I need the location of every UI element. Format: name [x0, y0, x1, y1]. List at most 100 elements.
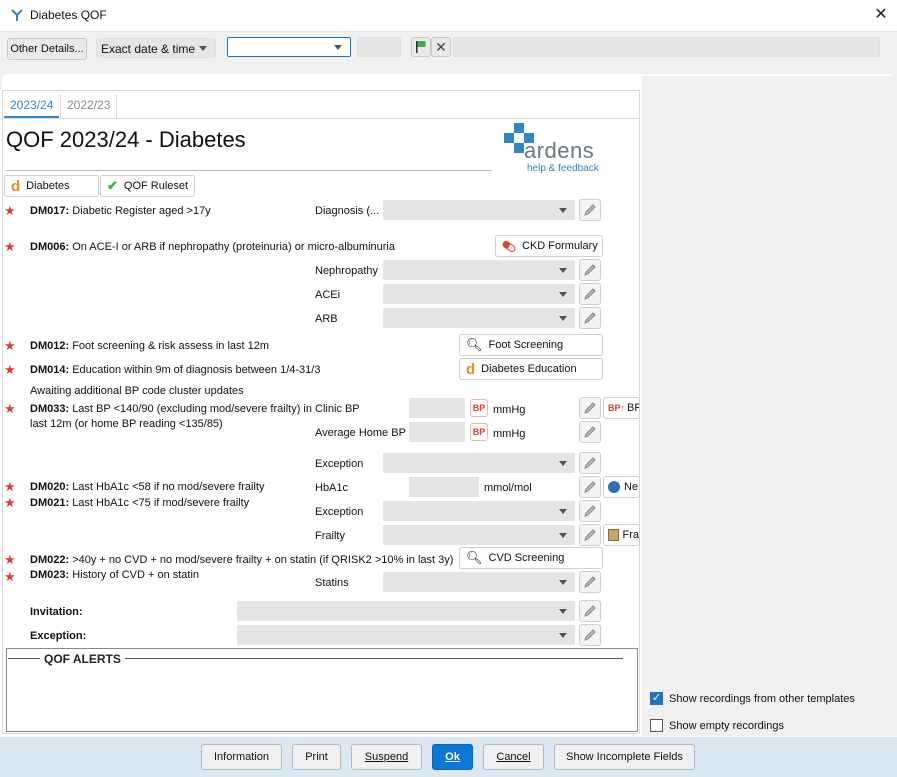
hba1c-label: HbA1c — [315, 482, 349, 494]
mmhg-unit: mmHg — [493, 404, 526, 416]
pencil-icon[interactable] — [579, 259, 601, 281]
ne-button[interactable]: Ne — [603, 476, 640, 498]
pencil-icon[interactable] — [579, 283, 601, 305]
pencil-icon[interactable] — [579, 307, 601, 329]
date-mode-select[interactable]: Exact date & time — [96, 38, 216, 58]
title-divider — [6, 170, 492, 171]
pencil-icon[interactable] — [579, 571, 601, 593]
clinic-bp-label: Clinic BP — [315, 403, 360, 415]
mmol-unit: mmol/mol — [484, 482, 532, 494]
show-empty-label: Show empty recordings — [669, 719, 784, 732]
chevron-down-icon — [199, 46, 207, 51]
nephropathy-label: Nephropathy — [315, 265, 378, 277]
cvd-screening-label: CVD Screening — [488, 552, 565, 564]
rule-dm033: DM033: Last BP <140/90 (excluding mod/se… — [30, 403, 312, 415]
green-flag-icon — [416, 41, 426, 53]
exception-bottom-label: Exception: — [30, 630, 87, 642]
qof-ruleset-button[interactable]: ✔ QOF Ruleset — [100, 175, 195, 197]
diagnosis-dropdown[interactable] — [383, 200, 575, 220]
bp-button[interactable]: BP↑ BP — [603, 397, 640, 419]
exception-dropdown[interactable] — [383, 501, 575, 521]
tab-2023-24[interactable]: 2023/24 — [4, 94, 60, 118]
ardens-logo-text[interactable]: ardens — [524, 138, 594, 164]
pencil-icon[interactable] — [579, 624, 601, 646]
acei-dropdown[interactable] — [383, 284, 575, 304]
pencil-icon[interactable] — [579, 199, 601, 221]
frailty-dropdown[interactable] — [383, 525, 575, 545]
pencil-icon[interactable] — [579, 524, 601, 546]
star-icon: ★ — [4, 203, 16, 218]
pencil-icon[interactable] — [579, 452, 601, 474]
pencil-icon[interactable] — [579, 397, 601, 419]
rule-dm033-cont: last 12m (or home BP reading <135/85) — [30, 418, 223, 430]
print-button[interactable]: Print — [292, 744, 341, 770]
checkbox-checked-icon[interactable]: ✓ — [650, 692, 663, 705]
statins-dropdown[interactable] — [383, 572, 575, 592]
qof-ruleset-label: QOF Ruleset — [123, 180, 189, 192]
exception-dropdown[interactable] — [383, 453, 575, 473]
home-bp-input[interactable] — [409, 422, 465, 442]
rule-dm014: DM014: Education within 9m of diagnosis … — [30, 364, 321, 376]
free-text-input[interactable] — [453, 37, 880, 57]
qof-alerts-title: QOF ALERTS — [40, 652, 125, 666]
bp-button-label: BP — [627, 402, 639, 414]
information-button[interactable]: Information — [201, 744, 282, 770]
exception-bottom-dropdown[interactable] — [237, 625, 575, 645]
checkmark-icon: ✔ — [107, 178, 118, 193]
star-icon: ★ — [4, 362, 16, 377]
pencil-icon[interactable] — [579, 500, 601, 522]
frailty-button-label: Fra — [622, 529, 640, 541]
flag-button[interactable] — [411, 37, 431, 57]
pencil-icon[interactable] — [579, 600, 601, 622]
close-icon: ✕ — [435, 38, 447, 55]
pencil-icon[interactable] — [579, 476, 601, 498]
show-other-label: Show recordings from other templates — [669, 692, 855, 705]
ckd-formulary-button[interactable]: CKD Formulary — [495, 235, 603, 257]
acei-label: ACEi — [315, 289, 341, 301]
app-logo-icon — [11, 9, 23, 21]
ok-button[interactable]: Ok — [432, 744, 473, 770]
other-details-button[interactable]: Other Details... — [7, 38, 87, 60]
pencil-icon[interactable] — [579, 421, 601, 443]
bp-icon[interactable]: BP — [470, 423, 488, 441]
invitation-dropdown[interactable] — [237, 601, 575, 621]
show-other-templates-option[interactable]: ✓ Show recordings from other templates — [650, 692, 855, 705]
cvd-screening-button[interactable]: 🔍︎ CVD Screening — [459, 547, 603, 569]
clinic-bp-input[interactable] — [409, 398, 465, 418]
exception-label: Exception — [315, 458, 364, 470]
hba1c-input[interactable] — [409, 477, 479, 497]
show-empty-option[interactable]: Show empty recordings — [650, 719, 784, 732]
foot-screening-button[interactable]: 🔍︎ Foot Screening — [459, 334, 603, 356]
star-icon: ★ — [4, 401, 16, 416]
star-icon: ★ — [4, 479, 16, 494]
ardens-d-icon: d — [466, 360, 476, 378]
arb-label: ARB — [315, 313, 338, 325]
cancel-button[interactable]: Cancel — [483, 744, 544, 770]
diabetes-education-label: Diabetes Education — [481, 363, 577, 375]
show-incomplete-fields-button[interactable]: Show Incomplete Fields — [554, 744, 695, 770]
title-bar — [0, 0, 897, 32]
clear-button[interactable]: ✕ — [431, 37, 451, 57]
chevron-down-icon — [334, 45, 342, 50]
nephropathy-dropdown[interactable] — [383, 260, 575, 280]
diabetes-button[interactable]: d Diabetes — [4, 175, 99, 197]
frailty-label: Frailty — [315, 530, 345, 542]
diabetes-education-button[interactable]: d Diabetes Education — [459, 358, 603, 380]
checkbox-icon[interactable] — [650, 719, 663, 732]
help-feedback-link[interactable]: help & feedback — [527, 163, 599, 174]
rule-dm022: DM022: >40y + no CVD + no mod/severe fra… — [30, 554, 454, 566]
arb-dropdown[interactable] — [383, 308, 575, 328]
rule-dm012: DM012: Foot screening & risk assess in l… — [30, 340, 270, 352]
date-input[interactable] — [227, 37, 351, 57]
tab-2022-23[interactable]: 2022/23 — [60, 94, 118, 118]
suspend-button[interactable]: Suspend — [351, 744, 422, 770]
bp-icon[interactable]: BP — [470, 399, 488, 417]
star-icon: ★ — [4, 239, 16, 254]
star-icon: ★ — [4, 552, 16, 567]
magnifier-icon: 🔍︎ — [466, 337, 483, 352]
frailty-button[interactable]: Fra — [603, 524, 640, 546]
flask-icon — [608, 481, 620, 493]
ne-button-label: Ne — [624, 481, 639, 493]
time-input[interactable] — [357, 37, 401, 57]
close-icon[interactable]: ✕ — [872, 6, 890, 24]
